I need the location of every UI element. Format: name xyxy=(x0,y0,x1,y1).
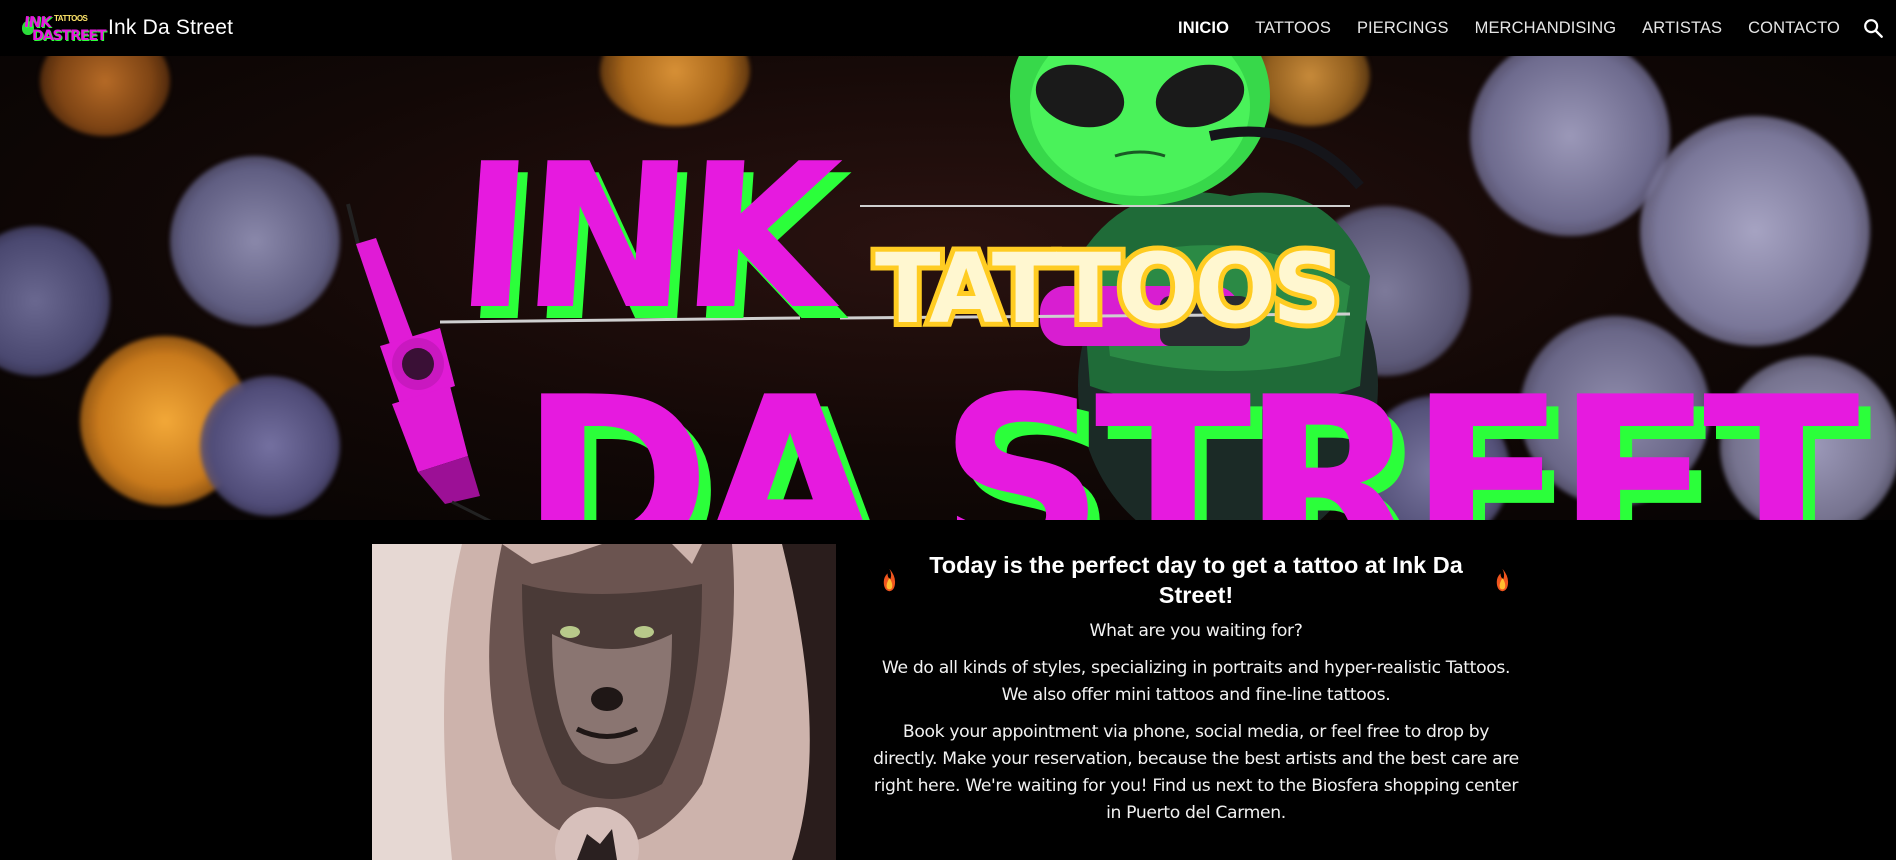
intro-paragraph-booking: Book your appointment via phone, social … xyxy=(873,722,1519,823)
site-header: INK TATTOOS DASTREET Ink Da Street INICI… xyxy=(0,0,1896,56)
search-icon[interactable] xyxy=(1862,17,1884,39)
main-content: Today is the perfect day to get a tattoo… xyxy=(0,520,1896,860)
nav-item-merchandising[interactable]: MERCHANDISING xyxy=(1475,19,1617,38)
nav-item-inicio[interactable]: INICIO xyxy=(1178,19,1229,38)
nav-item-contacto[interactable]: CONTACTO xyxy=(1748,19,1840,38)
hero-artwork: INK INK TATTOOS TATTOOS DA STREET DA STR… xyxy=(346,56,1881,520)
hero-word-ink: INK xyxy=(449,121,853,354)
headline-text: Today is the perfect day to get a tattoo… xyxy=(929,552,1463,608)
nav-item-artistas[interactable]: ARTISTAS xyxy=(1642,19,1722,38)
wolf-tattoo-image xyxy=(372,544,836,860)
fire-icon xyxy=(1496,568,1509,592)
main-nav: INICIO TATTOOS PIERCINGS MERCHANDISING A… xyxy=(1152,0,1896,56)
site-logo[interactable]: INK TATTOOS DASTREET xyxy=(22,11,107,45)
hero-word-tattoos: TATTOOS xyxy=(875,233,1337,345)
brand-link[interactable]: INK TATTOOS DASTREET Ink Da Street xyxy=(22,11,233,45)
fire-icon xyxy=(883,568,896,592)
logo-text-street: DASTREET xyxy=(32,28,107,44)
intro-headline: Today is the perfect day to get a tattoo… xyxy=(872,550,1520,610)
nav-item-piercings[interactable]: PIERCINGS xyxy=(1357,19,1449,38)
hero-word-street: DA STREET xyxy=(520,349,1859,520)
wolf-tattoo-photo xyxy=(372,544,836,860)
site-title[interactable]: Ink Da Street xyxy=(108,16,233,40)
intro-question: What are you waiting for? xyxy=(1089,621,1303,641)
intro-paragraph-styles: We do all kinds of styles, specializing … xyxy=(881,658,1511,705)
logo-text-tattoos: TATTOOS xyxy=(54,14,88,23)
hero-banner: INK INK TATTOOS TATTOOS DA STREET DA STR… xyxy=(0,56,1896,520)
nav-item-tattoos[interactable]: TATTOOS xyxy=(1255,19,1331,38)
intro-text: Today is the perfect day to get a tattoo… xyxy=(872,550,1520,827)
